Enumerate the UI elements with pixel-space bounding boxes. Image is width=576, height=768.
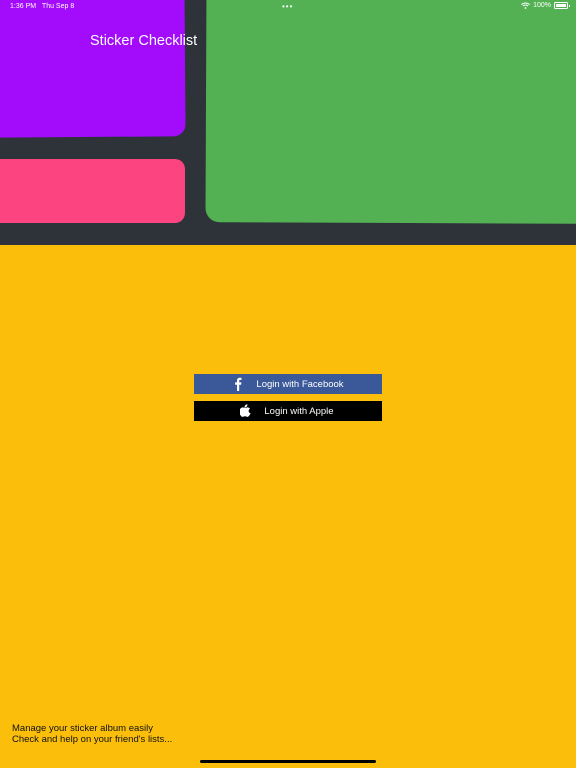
- multitasking-dots-icon[interactable]: •••: [282, 2, 293, 11]
- home-indicator[interactable]: [200, 760, 376, 763]
- tagline: Manage your sticker album easily Check a…: [12, 723, 172, 745]
- apple-button-label: Login with Apple: [264, 405, 334, 417]
- hero-banner: Sticker Checklist: [0, 0, 576, 245]
- status-bar: 1:36 PM Thu Sep 8 ••• 100%: [0, 0, 576, 14]
- apple-icon: [240, 404, 251, 417]
- facebook-icon: [234, 377, 242, 391]
- tagline-line-2: Check and help on your friend's lists...: [12, 734, 173, 745]
- purple-tile: [0, 0, 186, 138]
- status-time: 1:36 PM Thu Sep 8: [10, 3, 74, 10]
- status-clock: 1:36 PM: [10, 3, 37, 10]
- status-date: Thu Sep 8: [41, 3, 75, 10]
- tagline-line-1: Manage your sticker album easily: [12, 723, 153, 734]
- app-title: Sticker Checklist: [90, 33, 198, 49]
- status-indicators: 100%: [521, 2, 570, 9]
- login-facebook-button[interactable]: Login with Facebook: [194, 374, 382, 394]
- battery-percent: 100%: [533, 2, 551, 9]
- pink-tile: [0, 159, 185, 223]
- battery-icon: [554, 2, 570, 9]
- green-tile: [205, 0, 576, 224]
- facebook-button-label: Login with Facebook: [256, 378, 344, 390]
- wifi-icon: [521, 2, 531, 9]
- login-apple-button[interactable]: Login with Apple: [194, 401, 382, 421]
